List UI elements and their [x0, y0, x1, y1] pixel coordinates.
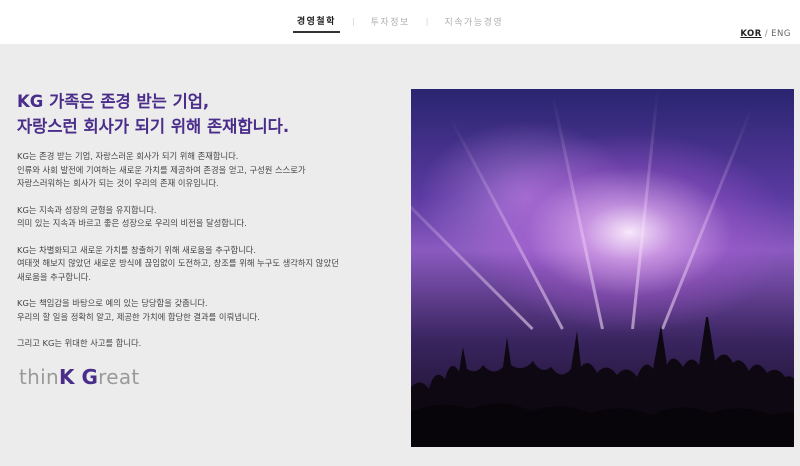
think-great-logo: thinK Great	[19, 365, 140, 389]
text-line: 인류와 사회 발전에 기여하는 새로운 가치를 제공하여 존경을 얻고, 구성원…	[17, 164, 306, 175]
heading-line-2: 자랑스런 회사가 되기 위해 존재합니다.	[17, 117, 290, 136]
nav-tab-sustainability[interactable]: 지속가능경영	[440, 15, 507, 32]
paragraph-great-thinking: 그리고 KG는 위대한 사고를 합니다.	[17, 337, 397, 351]
paragraph-respect: KG는 존경 받는 기업, 자랑스러운 회사가 되기 위해 존재합니다. 인류와…	[17, 150, 397, 191]
logo-text-g: G	[81, 365, 99, 389]
top-bar: 경영철학 | 투자정보 | 지속가능경영 KOR / ENG	[0, 0, 800, 44]
lang-kor-link[interactable]: KOR	[740, 29, 761, 39]
light-beam	[448, 116, 564, 330]
concert-crowd-image	[411, 89, 794, 447]
logo-text-thin: thin	[19, 365, 59, 389]
text-line: KG는 존경 받는 기업, 자랑스러운 회사가 되기 위해 존재합니다.	[17, 151, 239, 161]
logo-text-k: K	[58, 365, 75, 389]
text-line: 그리고 KG는 위대한 사고를 합니다.	[17, 338, 142, 348]
nav-separator: |	[351, 17, 355, 26]
paragraph-responsibility: KG는 책임감을 바탕으로 예의 있는 당당함을 갖춥니다. 우리의 할 일을 …	[17, 297, 397, 324]
text-line: KG는 차별화되고 새로운 가치를 창출하기 위해 새로움을 추구합니다.	[17, 244, 257, 255]
text-line: 새로움을 추구합니다.	[17, 271, 91, 282]
heading-line-1: KG 가족은 존경 받는 기업,	[17, 92, 210, 111]
paragraph-balance: KG는 지속과 성장의 균형을 유지합니다. 의미 있는 지속과 바르고 좋은 …	[17, 204, 397, 231]
lang-eng-link[interactable]: ENG	[771, 29, 791, 39]
nav-tab-investor-info[interactable]: 투자정보	[367, 15, 414, 32]
main-nav: 경영철학 | 투자정보 | 지속가능경영	[0, 14, 800, 33]
paragraph-novelty: KG는 차별화되고 새로운 가치를 창출하기 위해 새로움을 추구합니다. 여태…	[17, 244, 397, 285]
text-line: KG는 책임감을 바탕으로 예의 있는 당당함을 갖춥니다.	[17, 298, 208, 308]
text-line: 우리의 할 일을 정확히 알고, 제공한 가치에 합당한 결과를 이뤄냅니다.	[17, 311, 260, 322]
lang-separator: /	[764, 29, 769, 39]
text-line: KG는 지속과 성장의 균형을 유지합니다.	[17, 204, 157, 215]
philosophy-text: KG는 존경 받는 기업, 자랑스러운 회사가 되기 위해 존재합니다. 인류와…	[17, 150, 397, 364]
text-line: 의미 있는 지속과 바르고 좋은 성장으로 우리의 비전을 달성합니다.	[17, 218, 247, 228]
logo-text-reat: reat	[98, 365, 140, 389]
text-line: 자랑스러워하는 회사가 되는 것이 우리의 존재 이유입니다.	[17, 178, 219, 188]
light-beam	[551, 93, 604, 330]
language-switcher: KOR / ENG	[740, 29, 791, 39]
nav-separator: |	[425, 17, 429, 26]
crowd-silhouette	[411, 317, 794, 447]
nav-tab-management-philosophy[interactable]: 경영철학	[292, 14, 340, 33]
light-beam	[631, 90, 660, 330]
text-line: 여태껏 해보지 않았던 새로운 방식에 끊임없이 도전하고, 창조를 위해 누구…	[17, 258, 339, 268]
light-beam	[661, 105, 754, 330]
page-heading: KG 가족은 존경 받는 기업, 자랑스런 회사가 되기 위해 존재합니다.	[17, 89, 397, 139]
